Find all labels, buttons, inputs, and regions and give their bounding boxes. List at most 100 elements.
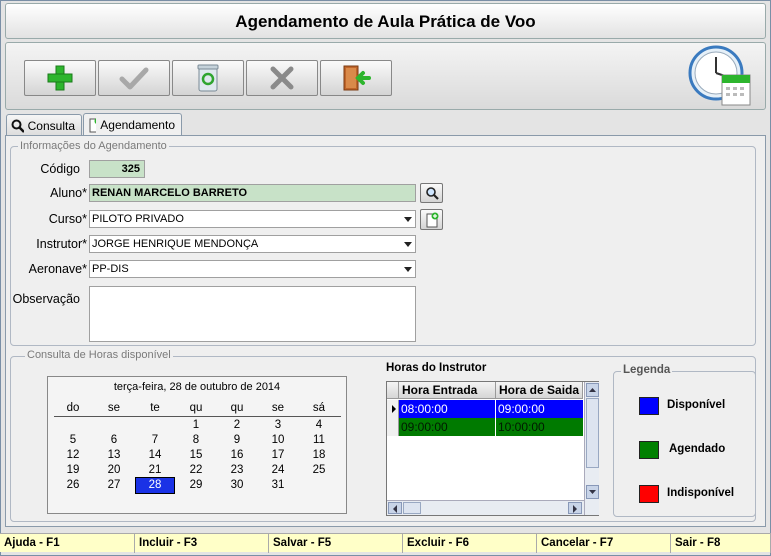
calendar-day[interactable]: 25 xyxy=(299,463,339,478)
status-bar: Ajuda - F1 Incluir - F3 Salvar - F5 Excluir… xyxy=(0,533,771,553)
calendar-day[interactable]: 13 xyxy=(94,448,134,463)
calendar-day[interactable]: 18 xyxy=(299,448,339,463)
legend-swatch xyxy=(639,485,659,503)
observacao-textarea[interactable] xyxy=(89,286,416,342)
aluno-search-button[interactable] xyxy=(420,183,443,203)
excluir-button[interactable] xyxy=(172,60,244,96)
status-shortcut[interactable]: Ajuda - F1 xyxy=(0,534,135,553)
calendar-day[interactable]: 6 xyxy=(94,433,134,448)
calendar-day[interactable]: 31 xyxy=(258,478,298,493)
aeronave-select[interactable]: PP-DIS xyxy=(89,260,416,278)
instrutor-select[interactable]: JORGE HENRIQUE MENDONÇA xyxy=(89,235,416,253)
calendar-day[interactable]: 23 xyxy=(217,463,257,478)
chevron-down-icon xyxy=(404,267,412,272)
calendar-weekday: se xyxy=(107,402,121,414)
calendar-day[interactable]: 11 xyxy=(299,433,339,448)
legend-swatch xyxy=(639,397,659,415)
col-hora-entrada[interactable]: Hora Entrada xyxy=(399,382,496,399)
row-indicator[interactable] xyxy=(387,400,399,418)
incluir-button[interactable] xyxy=(24,60,96,96)
status-shortcut[interactable]: Sair - F8 xyxy=(671,534,771,553)
status-shortcut[interactable]: Cancelar - F7 xyxy=(537,534,671,553)
calendar-weekday: se xyxy=(271,402,285,414)
curso-value: PILOTO PRIVADO xyxy=(92,213,184,225)
page-title: Agendamento de Aula Prática de Voo xyxy=(5,3,766,39)
curso-add-button[interactable] xyxy=(420,209,443,230)
calendar-day[interactable]: 8 xyxy=(176,433,216,448)
tab-consulta[interactable]: Consulta xyxy=(6,114,82,136)
info-group-title: Informações do Agendamento xyxy=(18,140,169,152)
status-shortcut[interactable]: Salvar - F5 xyxy=(269,534,403,553)
plus-icon xyxy=(47,65,73,91)
calendar-day-selected[interactable]: 28 xyxy=(135,477,175,494)
grid-vertical-scrollbar[interactable] xyxy=(584,382,599,515)
x-icon xyxy=(270,66,294,90)
row-indicator[interactable] xyxy=(387,418,399,436)
calendar-day[interactable]: 29 xyxy=(176,478,216,493)
chevron-down-icon xyxy=(404,217,412,222)
scroll-thumb[interactable] xyxy=(586,398,599,468)
calendar-day[interactable]: 30 xyxy=(217,478,257,493)
sair-button[interactable] xyxy=(320,60,392,96)
curso-select[interactable]: PILOTO PRIVADO xyxy=(89,210,416,228)
calendar-day[interactable]: 22 xyxy=(176,463,216,478)
curso-label: Curso* xyxy=(48,212,87,226)
calendar-day[interactable]: 16 xyxy=(217,448,257,463)
calendar[interactable]: terça-feira, 28 de outubro de 2014 do se t… xyxy=(47,376,347,514)
horas-grid[interactable]: Hora Entrada Hora de Saida 08:00:00 09:00… xyxy=(386,381,599,516)
calendar-day[interactable]: 3 xyxy=(258,418,298,433)
calendar-day[interactable]: 24 xyxy=(258,463,298,478)
calendar-weekday: qu xyxy=(189,402,203,414)
codigo-field[interactable]: 325 xyxy=(89,160,145,178)
instrutor-label: Instrutor* xyxy=(36,237,87,251)
calendar-day[interactable]: 1 xyxy=(176,418,216,433)
scroll-up-icon[interactable] xyxy=(586,383,599,397)
tab-consulta-label: Consulta xyxy=(27,118,75,133)
calendar-divider xyxy=(54,416,341,417)
calendar-day[interactable]: 14 xyxy=(135,448,175,463)
grid-cell-entrada[interactable]: 08:00:00 xyxy=(399,400,496,418)
calendar-day[interactable]: 12 xyxy=(53,448,93,463)
search-icon xyxy=(11,119,24,133)
salvar-button[interactable] xyxy=(98,60,170,96)
legend-label: Indisponível xyxy=(667,487,735,499)
calendar-day[interactable]: 9 xyxy=(217,433,257,448)
calendar-day[interactable]: 2 xyxy=(217,418,257,433)
scroll-down-icon[interactable] xyxy=(586,485,599,499)
check-icon xyxy=(119,67,149,90)
toolbar xyxy=(5,42,766,110)
calendar-day[interactable]: 19 xyxy=(53,463,93,478)
row-indicator-header xyxy=(387,382,399,399)
calendar-day[interactable]: 20 xyxy=(94,463,134,478)
calendar-day[interactable]: 27 xyxy=(94,478,134,493)
calendar-day[interactable]: 26 xyxy=(53,478,93,493)
aluno-field[interactable]: RENAN MARCELO BARRETO xyxy=(89,184,416,202)
cancelar-button[interactable] xyxy=(246,60,318,96)
horas-group-title: Consulta de Horas disponível xyxy=(25,349,173,361)
calendar-day[interactable]: 5 xyxy=(53,433,93,448)
observacao-label: Observação xyxy=(12,292,80,306)
scroll-left-icon[interactable] xyxy=(388,502,402,514)
calendar-day[interactable]: 10 xyxy=(258,433,298,448)
legend-label: Disponível xyxy=(667,399,726,411)
aluno-label: Aluno* xyxy=(50,186,87,200)
status-shortcut[interactable]: Incluir - F3 xyxy=(135,534,269,553)
grid-cell-saida[interactable]: 09:00:00 xyxy=(496,400,584,418)
grid-cell-saida[interactable]: 10:00:00 xyxy=(496,418,584,436)
new-document-icon xyxy=(89,117,97,133)
scroll-right-icon[interactable] xyxy=(568,502,582,514)
calendar-header: terça-feira, 28 de outubro de 2014 xyxy=(113,381,281,393)
calendar-day[interactable]: 17 xyxy=(258,448,298,463)
col-hora-saida[interactable]: Hora de Saida xyxy=(496,382,583,399)
aeronave-value: PP-DIS xyxy=(92,263,129,275)
tab-agendamento[interactable]: Agendamento xyxy=(83,113,182,136)
calendar-day[interactable]: 21 xyxy=(135,463,175,478)
calendar-day[interactable]: 7 xyxy=(135,433,175,448)
aeronave-label: Aeronave* xyxy=(28,262,87,276)
calendar-day[interactable]: 15 xyxy=(176,448,216,463)
grid-cell-entrada[interactable]: 09:00:00 xyxy=(399,418,496,436)
status-shortcut[interactable]: Excluir - F6 xyxy=(403,534,537,553)
calendar-day[interactable]: 4 xyxy=(299,418,339,433)
grid-horizontal-scrollbar[interactable] xyxy=(387,500,584,515)
hscroll-thumb[interactable] xyxy=(403,502,421,514)
